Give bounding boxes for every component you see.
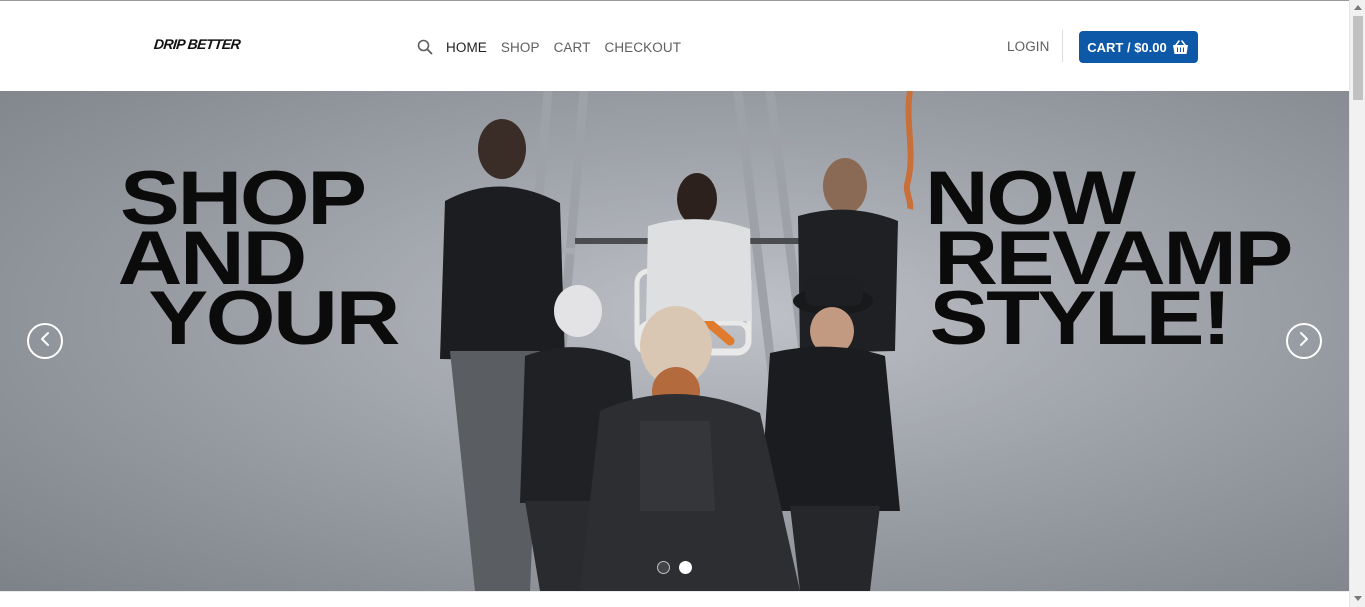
- basket-icon: [1172, 39, 1190, 55]
- cart-button-label: CART / $0.00: [1087, 39, 1167, 55]
- below-hero-section: [0, 591, 1349, 607]
- login-link[interactable]: LOGIN: [1007, 39, 1050, 54]
- nav-shop[interactable]: SHOP: [501, 40, 540, 55]
- hero-headline-left: SHOP AND YOUR: [118, 161, 401, 361]
- hero-slider: SHOP AND YOUR NOW REVAMP STYLE!: [0, 91, 1349, 591]
- page-scrollbar[interactable]: [1349, 0, 1365, 607]
- scroll-down-arrow-icon[interactable]: [1354, 596, 1362, 601]
- nav-cart[interactable]: CART: [554, 40, 591, 55]
- chevron-right-icon: [1297, 331, 1311, 352]
- nav-home[interactable]: HOME: [446, 40, 487, 55]
- slider-next-button[interactable]: [1286, 323, 1322, 359]
- page: DRIP BETTER HOME SHOP CART CHECKOUT LOGI…: [0, 0, 1349, 607]
- hero-headline-right: NOW REVAMP STYLE!: [925, 161, 1293, 357]
- slider-prev-button[interactable]: [27, 323, 63, 359]
- hero-left-line-3: YOUR: [148, 276, 400, 361]
- chevron-left-icon: [38, 331, 52, 352]
- cart-button[interactable]: CART / $0.00: [1079, 31, 1198, 63]
- site-logo[interactable]: DRIP BETTER: [153, 36, 241, 52]
- scrollbar-thumb[interactable]: [1353, 16, 1363, 100]
- slider-dot-1[interactable]: [657, 561, 670, 574]
- scroll-up-arrow-icon[interactable]: [1354, 5, 1362, 10]
- main-nav: HOME SHOP CART CHECKOUT: [416, 37, 695, 57]
- slider-dot-2[interactable]: [679, 561, 692, 574]
- search-icon[interactable]: [416, 38, 434, 56]
- header-divider: [1062, 30, 1063, 62]
- slider-dots: [657, 561, 692, 574]
- site-header: DRIP BETTER HOME SHOP CART CHECKOUT LOGI…: [0, 1, 1349, 91]
- nav-checkout[interactable]: CHECKOUT: [604, 40, 681, 55]
